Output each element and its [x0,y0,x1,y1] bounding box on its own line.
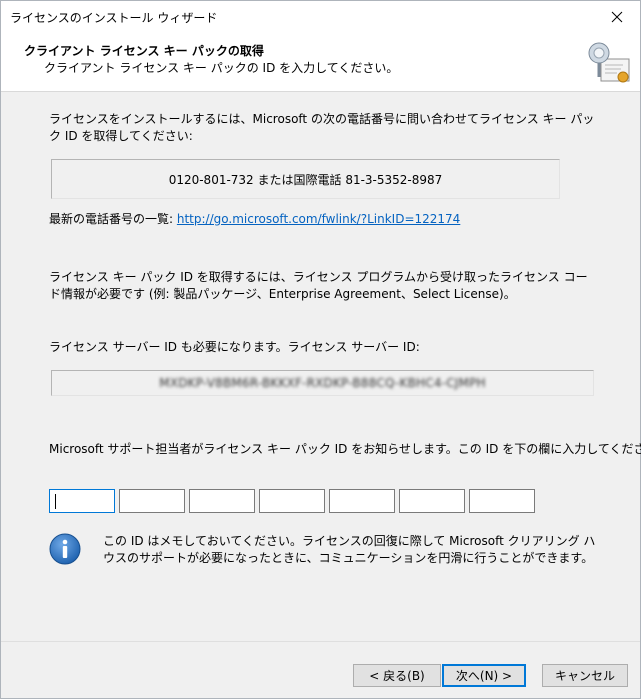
server-id-value: MXDKP-V8BM6R-BKKXF-RXDKP-B88CQ-KBHC4-CJM… [159,376,486,390]
next-button[interactable]: 次へ(N) > [442,664,526,687]
title-bar: ライセンスのインストール ウィザード [1,1,640,33]
license-info-text: ライセンス キー パック ID を取得するには、ライセンス プログラムから受け取… [49,270,588,301]
license-certificate-icon [588,42,630,83]
page-subtitle: クライアント ライセンス キー パックの ID を入力してください。 [44,61,399,75]
wizard-header: クライアント ライセンス キー パックの取得 クライアント ライセンス キー パ… [1,33,640,92]
back-button[interactable]: < 戻る(B) [353,664,441,687]
info-icon [49,533,81,565]
id-field-7[interactable] [469,489,535,513]
id-field-1[interactable] [49,489,115,513]
id-field-4[interactable] [259,489,325,513]
latest-phone-label: 最新の電話番号の一覧: [49,212,174,226]
close-icon [611,11,623,23]
intro-text: ライセンスをインストールするには、Microsoft の次の電話番号に問い合わせ… [49,112,595,143]
fwlink-link[interactable]: http://go.microsoft.com/fwlink/?LinkID=1… [177,212,460,226]
page-title: クライアント ライセンス キー パックの取得 [24,44,264,58]
phone-number-box: 0120-801-732 または国際電話 81-3-5352-8987 [51,159,560,199]
close-button[interactable] [594,1,640,33]
note-text: この ID はメモしておいてください。ライセンスの回復に際して Microsof… [103,534,596,565]
wizard-window: ライセンスのインストール ウィザード クライアント ライセンス キー パックの取… [0,0,641,699]
id-field-3[interactable] [189,489,255,513]
cancel-button[interactable]: キャンセル [542,664,628,687]
id-field-2[interactable] [119,489,185,513]
window-title: ライセンスのインストール ウィザード [10,11,218,25]
footer-divider [1,641,640,642]
server-id-box: MXDKP-V8BM6R-BKKXF-RXDKP-B88CQ-KBHC4-CJM… [51,370,594,396]
latest-phone-line: 最新の電話番号の一覧: http://go.microsoft.com/fwli… [49,211,460,228]
id-field-6[interactable] [399,489,465,513]
support-prompt: Microsoft サポート担当者がライセンス キー パック ID をお知らせし… [49,442,641,456]
id-field-5[interactable] [329,489,395,513]
phone-number: 0120-801-732 または国際電話 81-3-5352-8987 [168,172,443,187]
text-caret [55,494,56,509]
server-id-label: ライセンス サーバー ID も必要になります。ライセンス サーバー ID: [49,340,420,354]
